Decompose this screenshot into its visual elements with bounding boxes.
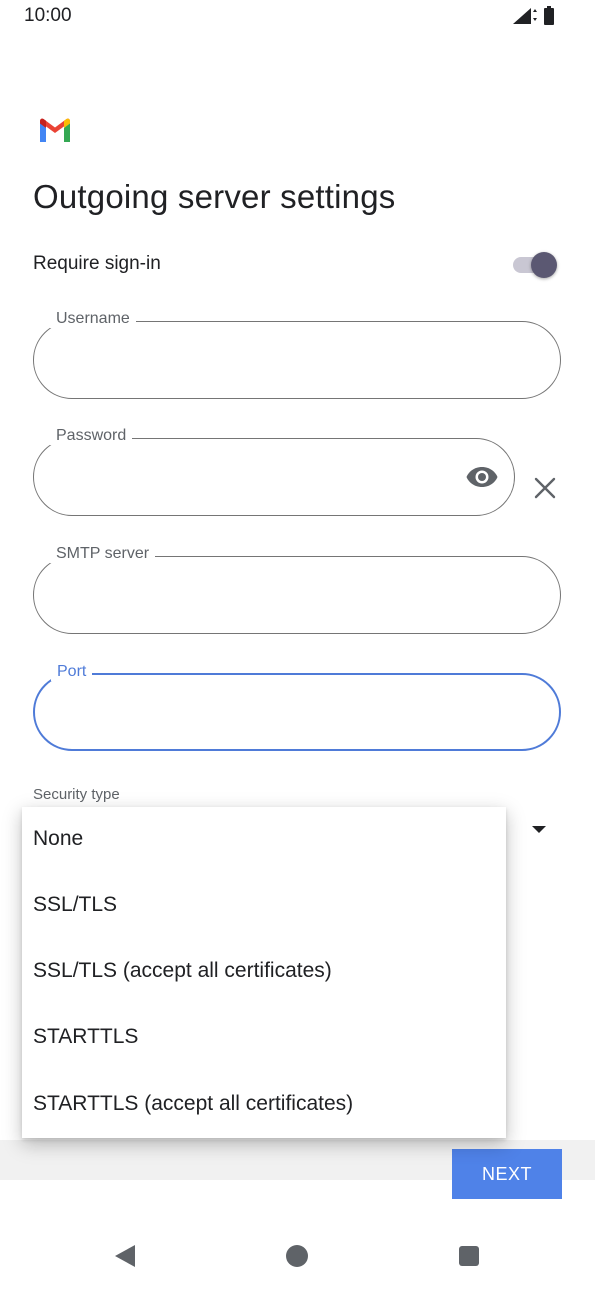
menu-item-label: STARTTLS (accept all certificates) xyxy=(33,1092,354,1115)
toggle-thumb xyxy=(531,252,557,278)
port-label: Port xyxy=(51,663,93,681)
password-field[interactable]: Password xyxy=(33,427,515,516)
security-type-label: Security type xyxy=(33,786,120,803)
page-title: Outgoing server settings xyxy=(33,178,396,215)
dropdown-arrow-icon[interactable] xyxy=(532,826,546,833)
screen: 10:00 Outgoing server settings Require s… xyxy=(0,0,595,1290)
next-button[interactable]: NEXT xyxy=(452,1149,562,1199)
password-input[interactable] xyxy=(58,465,454,493)
menu-item-starttls[interactable]: STARTTLS xyxy=(22,1005,506,1071)
menu-item-starttls-accept-all[interactable]: STARTTLS (accept all certificates) xyxy=(22,1072,506,1138)
close-icon[interactable] xyxy=(534,477,556,499)
username-input[interactable] xyxy=(58,348,500,376)
menu-item-ssl-tls[interactable]: SSL/TLS xyxy=(22,873,506,939)
gmail-logo-icon xyxy=(40,118,70,142)
require-signin-label: Require sign-in xyxy=(33,253,161,274)
smtp-server-field[interactable]: SMTP server xyxy=(33,545,561,634)
port-input[interactable] xyxy=(59,701,499,729)
require-signin-toggle[interactable] xyxy=(513,252,557,278)
eye-icon[interactable] xyxy=(466,466,498,488)
username-label: Username xyxy=(50,310,136,328)
security-type-menu: None SSL/TLS SSL/TLS (accept all certifi… xyxy=(22,807,506,1138)
status-icons xyxy=(511,6,555,26)
battery-icon xyxy=(544,6,554,25)
menu-item-label: SSL/TLS xyxy=(33,893,118,916)
password-label: Password xyxy=(50,427,133,445)
menu-item-label: SSL/TLS (accept all certificates) xyxy=(33,959,332,982)
menu-item-none[interactable]: None xyxy=(22,807,506,873)
smtp-server-label: SMTP server xyxy=(50,545,156,563)
port-field[interactable]: Port xyxy=(33,663,561,751)
menu-item-label: STARTTLS xyxy=(33,1025,139,1048)
username-field[interactable]: Username xyxy=(33,310,561,399)
home-icon[interactable] xyxy=(286,1245,308,1267)
menu-item-label: None xyxy=(33,827,84,850)
menu-item-ssl-tls-accept-all[interactable]: SSL/TLS (accept all certificates) xyxy=(22,939,506,1005)
signal-icon xyxy=(513,8,537,24)
status-time: 10:00 xyxy=(24,5,72,26)
require-signin-row: Require sign-in xyxy=(33,250,561,280)
back-icon[interactable] xyxy=(115,1245,135,1267)
status-bar: 10:00 xyxy=(0,0,595,34)
recents-icon[interactable] xyxy=(459,1246,479,1266)
smtp-server-input[interactable] xyxy=(58,583,500,611)
